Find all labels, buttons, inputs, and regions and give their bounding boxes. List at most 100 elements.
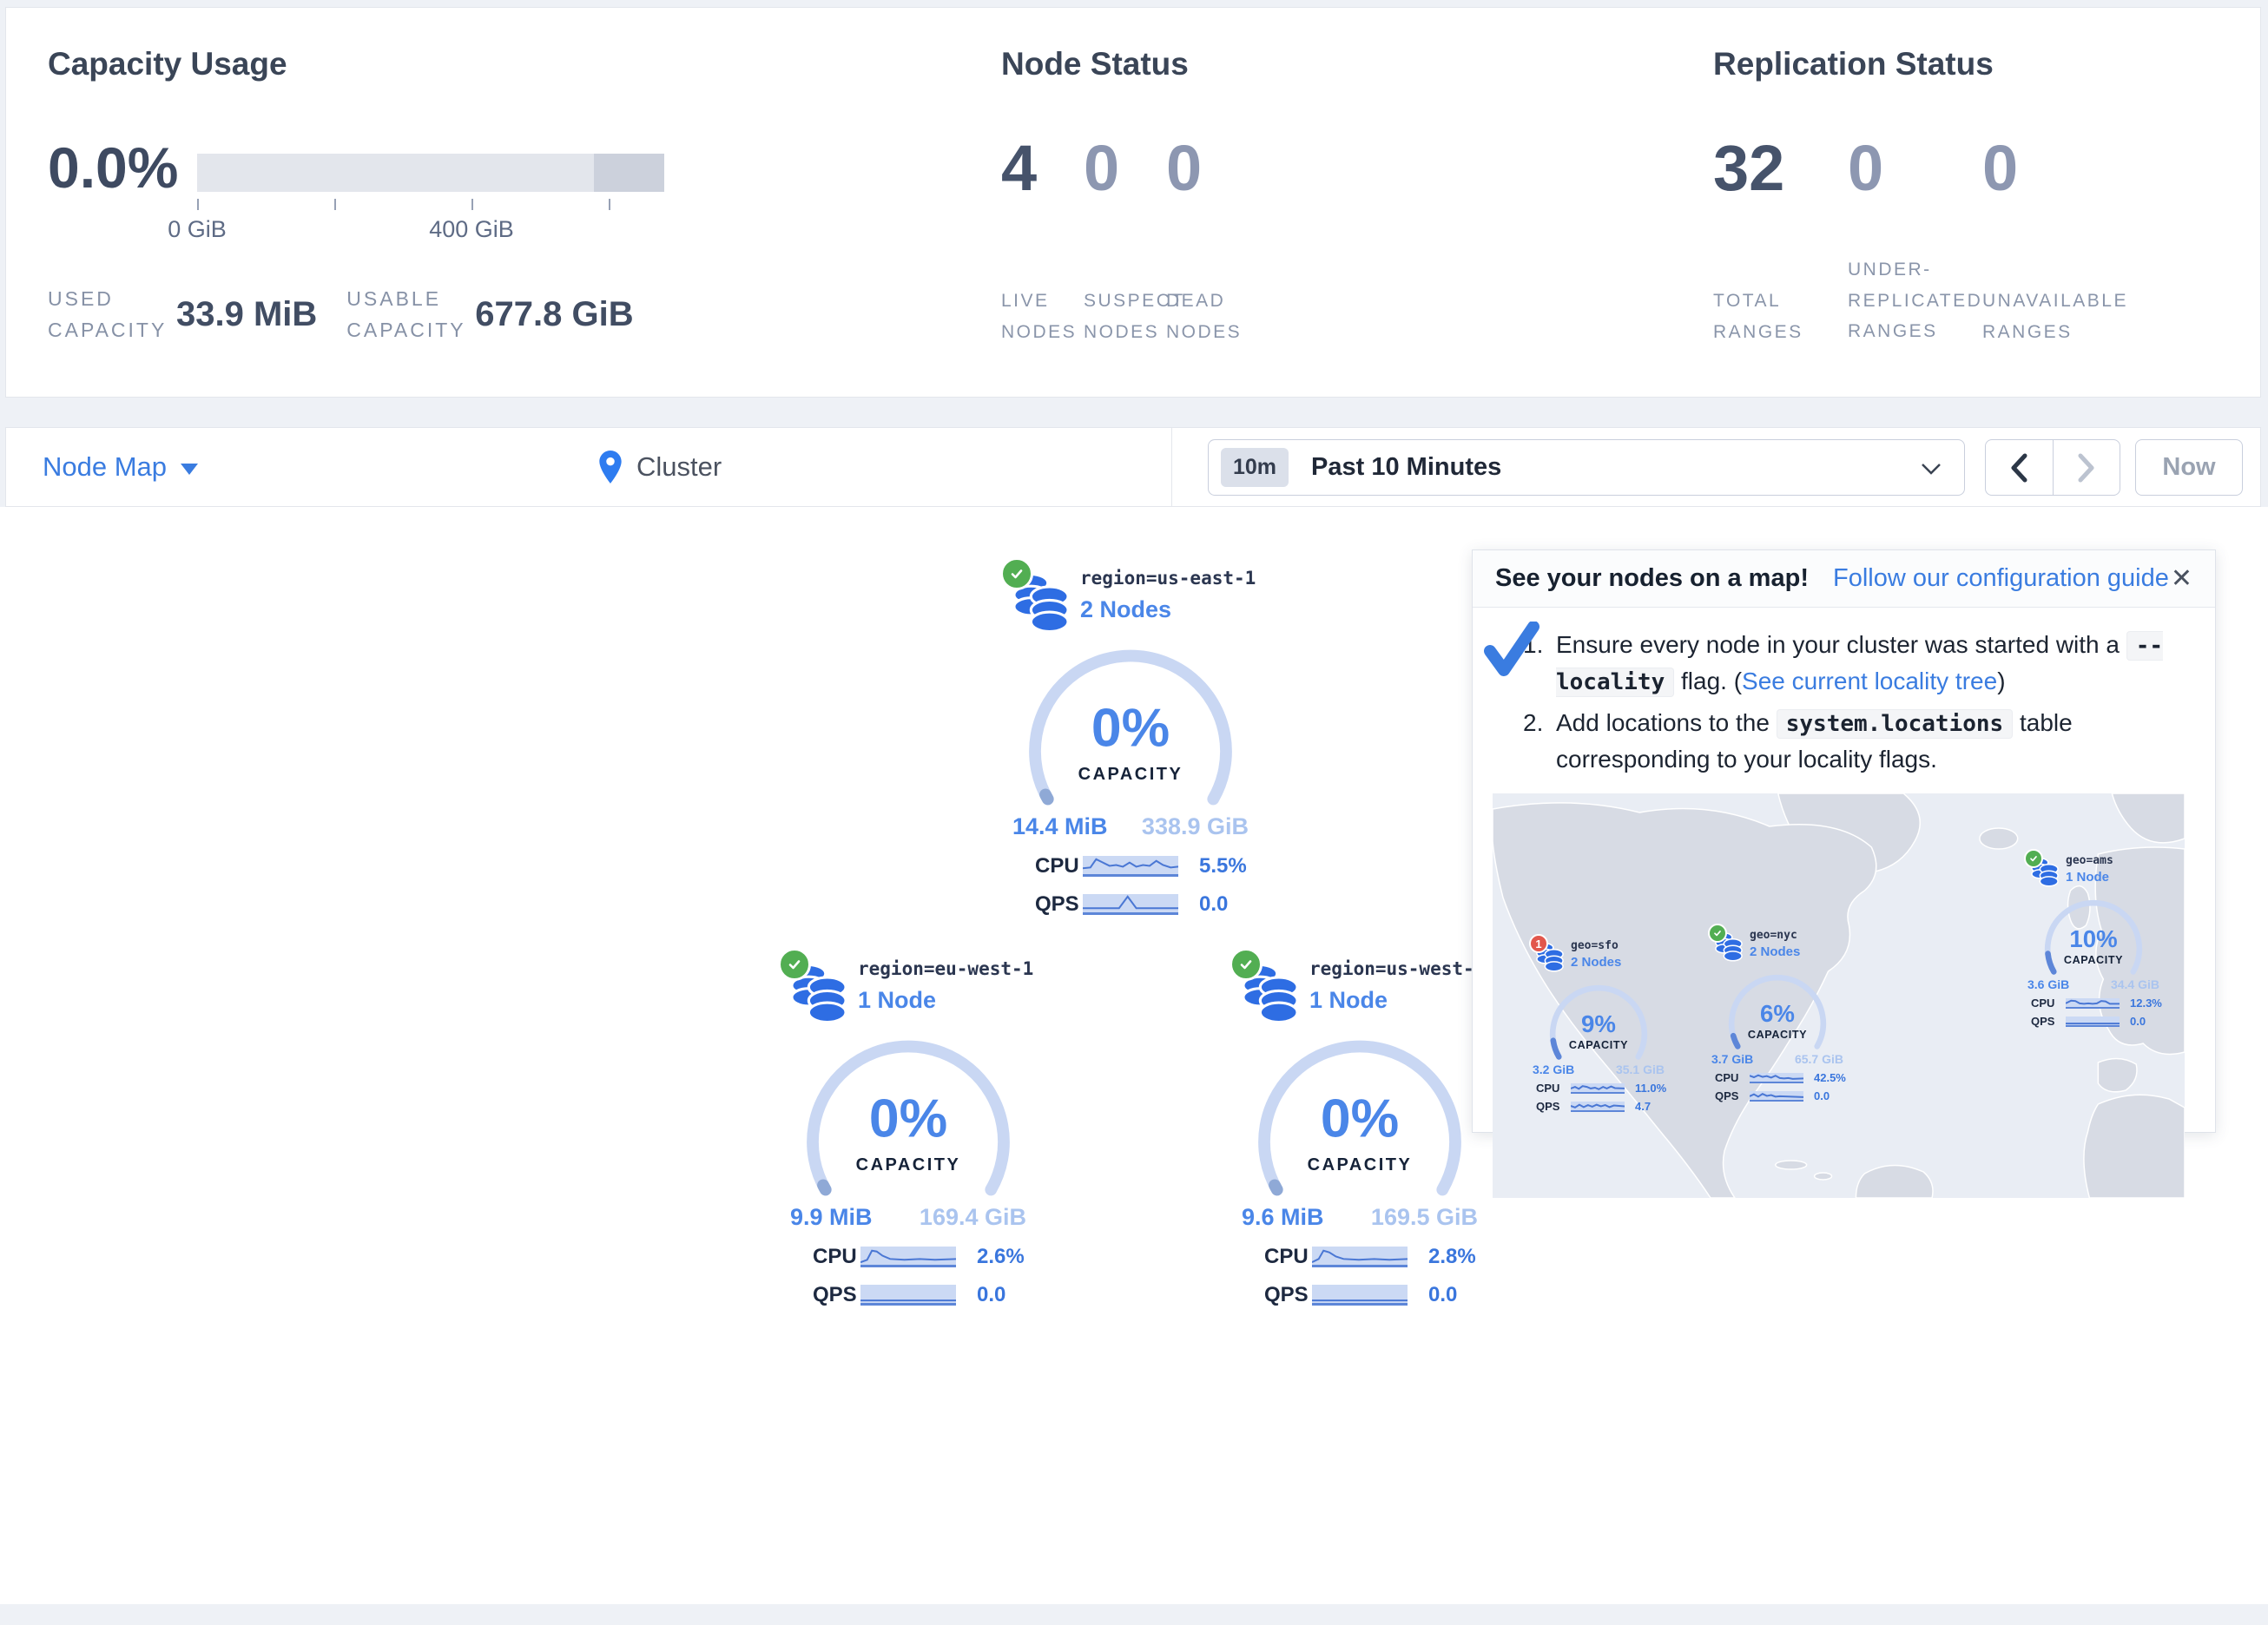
used-capacity: 3.6 GiB <box>2027 977 2069 991</box>
time-range-badge: 10m <box>1221 448 1289 487</box>
live-nodes-label: LIVE NODES <box>1001 286 1076 347</box>
configuration-guide-link[interactable]: Follow our configuration guide <box>1833 564 2169 593</box>
usable-capacity-stat: USABLE CAPACITY 677.8 GiB <box>346 284 633 345</box>
node-status-section: Node Status 4 0 0 LIVE NODES SUSPECT NOD… <box>996 8 1691 398</box>
qps-sparkline <box>1312 1285 1408 1306</box>
total-capacity: 34.4 GiB <box>2111 977 2159 991</box>
view-dropdown-label: Node Map <box>43 451 167 483</box>
qps-label: QPS <box>1715 1089 1750 1102</box>
healthy-check-icon <box>1230 948 1263 981</box>
cpu-value: 2.8% <box>1428 1245 1476 1269</box>
capacity-percent: 0% <box>1091 697 1170 758</box>
qps-metric: QPS 0.0 <box>1035 892 1261 917</box>
under-replicated-label: UNDER-REPLICATED RANGES <box>1848 254 1997 347</box>
now-button[interactable]: Now <box>2135 439 2243 496</box>
qps-sparkline <box>2066 1016 2120 1027</box>
region-label: region=us-west-1 <box>1309 958 1485 979</box>
healthy-check-icon <box>778 948 811 981</box>
healthy-check-icon <box>1000 557 1033 590</box>
cpu-label: CPU <box>1035 854 1083 878</box>
qps-metric: QPS 0.0 <box>813 1283 1038 1307</box>
breadcrumb[interactable]: Cluster <box>598 428 722 506</box>
cpu-metric: CPU 42.5% <box>1715 1071 1847 1084</box>
capacity-gauge: 0% CAPACITY <box>800 1028 1017 1213</box>
node-group-eu-west-1[interactable]: region=eu-west-1 1 Node 0% CAPACITY 9.9 … <box>778 951 1038 1307</box>
used-capacity: 9.9 MiB <box>790 1204 873 1231</box>
under-replicated-value: 0 <box>1848 131 1883 205</box>
node-count: 1 Node <box>858 987 1033 1014</box>
qps-label: QPS <box>1264 1283 1312 1307</box>
capacity-gauge: 10% CAPACITY <box>2041 894 2146 983</box>
node-count: 1 Node <box>1309 987 1485 1014</box>
cpu-label: CPU <box>813 1245 860 1269</box>
cpu-sparkline <box>1312 1247 1408 1267</box>
error-badge-icon: 1 <box>1529 934 1548 953</box>
popup-title: See your nodes on a map! <box>1495 564 1809 593</box>
time-range-dropdown[interactable]: 10m Past 10 Minutes <box>1208 439 1965 496</box>
cpu-sparkline <box>1083 856 1178 877</box>
map-node-geo-nyc[interactable]: geo=nyc 2 Nodes 6% CAPACITY 3.7 GiB <box>1708 929 1847 1102</box>
total-capacity: 169.5 GiB <box>1371 1204 1478 1231</box>
capacity-percent: 10% <box>2069 925 2117 952</box>
qps-metric: QPS 0.0 <box>1715 1089 1847 1102</box>
cluster-summary-panel: Capacity Usage 0.0% 0 GiB 400 GiB USED C… <box>5 7 2261 398</box>
capacity-bar <box>197 154 664 192</box>
close-icon[interactable]: ✕ <box>2171 563 2192 594</box>
cpu-metric: CPU 5.5% <box>1035 854 1261 878</box>
step-number: 2. <box>1523 705 1543 741</box>
suspect-nodes-label: SUSPECT NODES <box>1084 286 1174 347</box>
view-dropdown[interactable]: Node Map <box>43 428 198 506</box>
blue-checkmark-icon <box>1481 622 1544 682</box>
qps-value: 0.0 <box>2130 1015 2146 1028</box>
used-capacity-value: 33.9 MiB <box>176 295 317 334</box>
node-count: 2 Nodes <box>1750 944 1800 959</box>
total-ranges-value: 32 <box>1713 131 1784 205</box>
qps-value: 0.0 <box>977 1283 1005 1307</box>
locality-label: geo=nyc <box>1750 929 1800 942</box>
node-group-us-west-1[interactable]: region=us-west-1 1 Node 0% CAPACITY 9.6 … <box>1230 951 1490 1307</box>
cpu-label: CPU <box>1264 1245 1312 1269</box>
step-text: flag. ( <box>1674 668 1742 694</box>
node-count: 2 Nodes <box>1571 955 1621 970</box>
step-text: Ensure every node in your cluster was st… <box>1556 631 2126 658</box>
qps-sparkline <box>1083 894 1178 915</box>
qps-label: QPS <box>1536 1100 1571 1113</box>
capacity-percent: 0% <box>1321 1088 1399 1148</box>
setup-step-1: 1. Ensure every node in your cluster was… <box>1523 627 2189 700</box>
locality-label: geo=sfo <box>1571 939 1621 952</box>
map-node-geo-ams[interactable]: geo=ams 1 Node 10% CAPACITY 3.6 GiB <box>2024 854 2163 1028</box>
qps-value: 4.7 <box>1635 1100 1651 1113</box>
chevron-right-icon <box>2077 453 2096 483</box>
replication-status-section: Replication Status 32 0 0 TOTAL RANGES U… <box>1708 8 2246 398</box>
toolbar-divider <box>1171 428 1172 506</box>
axis-tick <box>471 199 473 210</box>
capacity-gauge: 9% CAPACITY <box>1546 979 1651 1068</box>
total-capacity: 169.4 GiB <box>920 1204 1026 1231</box>
map-node-geo-sfo[interactable]: 1 geo=sfo 2 Nodes <box>1529 939 1668 1113</box>
axis-label-zero: 0 GiB <box>145 216 249 243</box>
locality-tree-link[interactable]: See current locality tree <box>1742 668 1997 694</box>
qps-metric: QPS 4.7 <box>1536 1100 1668 1113</box>
qps-value: 0.0 <box>1814 1089 1830 1102</box>
map-pin-icon <box>598 451 623 484</box>
cpu-sparkline <box>1750 1073 1803 1083</box>
axis-tick <box>609 199 610 210</box>
qps-label: QPS <box>2031 1015 2066 1028</box>
capacity-bar-reserved-segment <box>594 154 664 192</box>
previous-interval-button[interactable] <box>1986 440 2053 495</box>
capacity-gauge: 6% CAPACITY <box>1725 969 1830 1057</box>
unavailable-ranges-label: UNAVAILABLE RANGES <box>1982 286 2156 347</box>
time-range-label: Past 10 Minutes <box>1311 453 1501 482</box>
next-interval-button[interactable] <box>2053 440 2120 495</box>
capacity-percent: 6% <box>1760 1000 1795 1027</box>
axis-tick <box>197 199 199 210</box>
unavailable-ranges-value: 0 <box>1982 131 2018 205</box>
node-group-us-east-1[interactable]: region=us-east-1 2 Nodes 0% CAPACITY 14.… <box>1000 561 1261 917</box>
locality-label: geo=ams <box>2066 854 2113 867</box>
breadcrumb-label: Cluster <box>636 451 722 483</box>
healthy-check-icon <box>2024 849 2043 868</box>
healthy-check-icon <box>1708 924 1727 943</box>
capacity-caption: CAPACITY <box>856 1155 961 1174</box>
cpu-label: CPU <box>1536 1082 1571 1095</box>
dead-nodes-label: DEAD NODES <box>1166 286 1249 347</box>
